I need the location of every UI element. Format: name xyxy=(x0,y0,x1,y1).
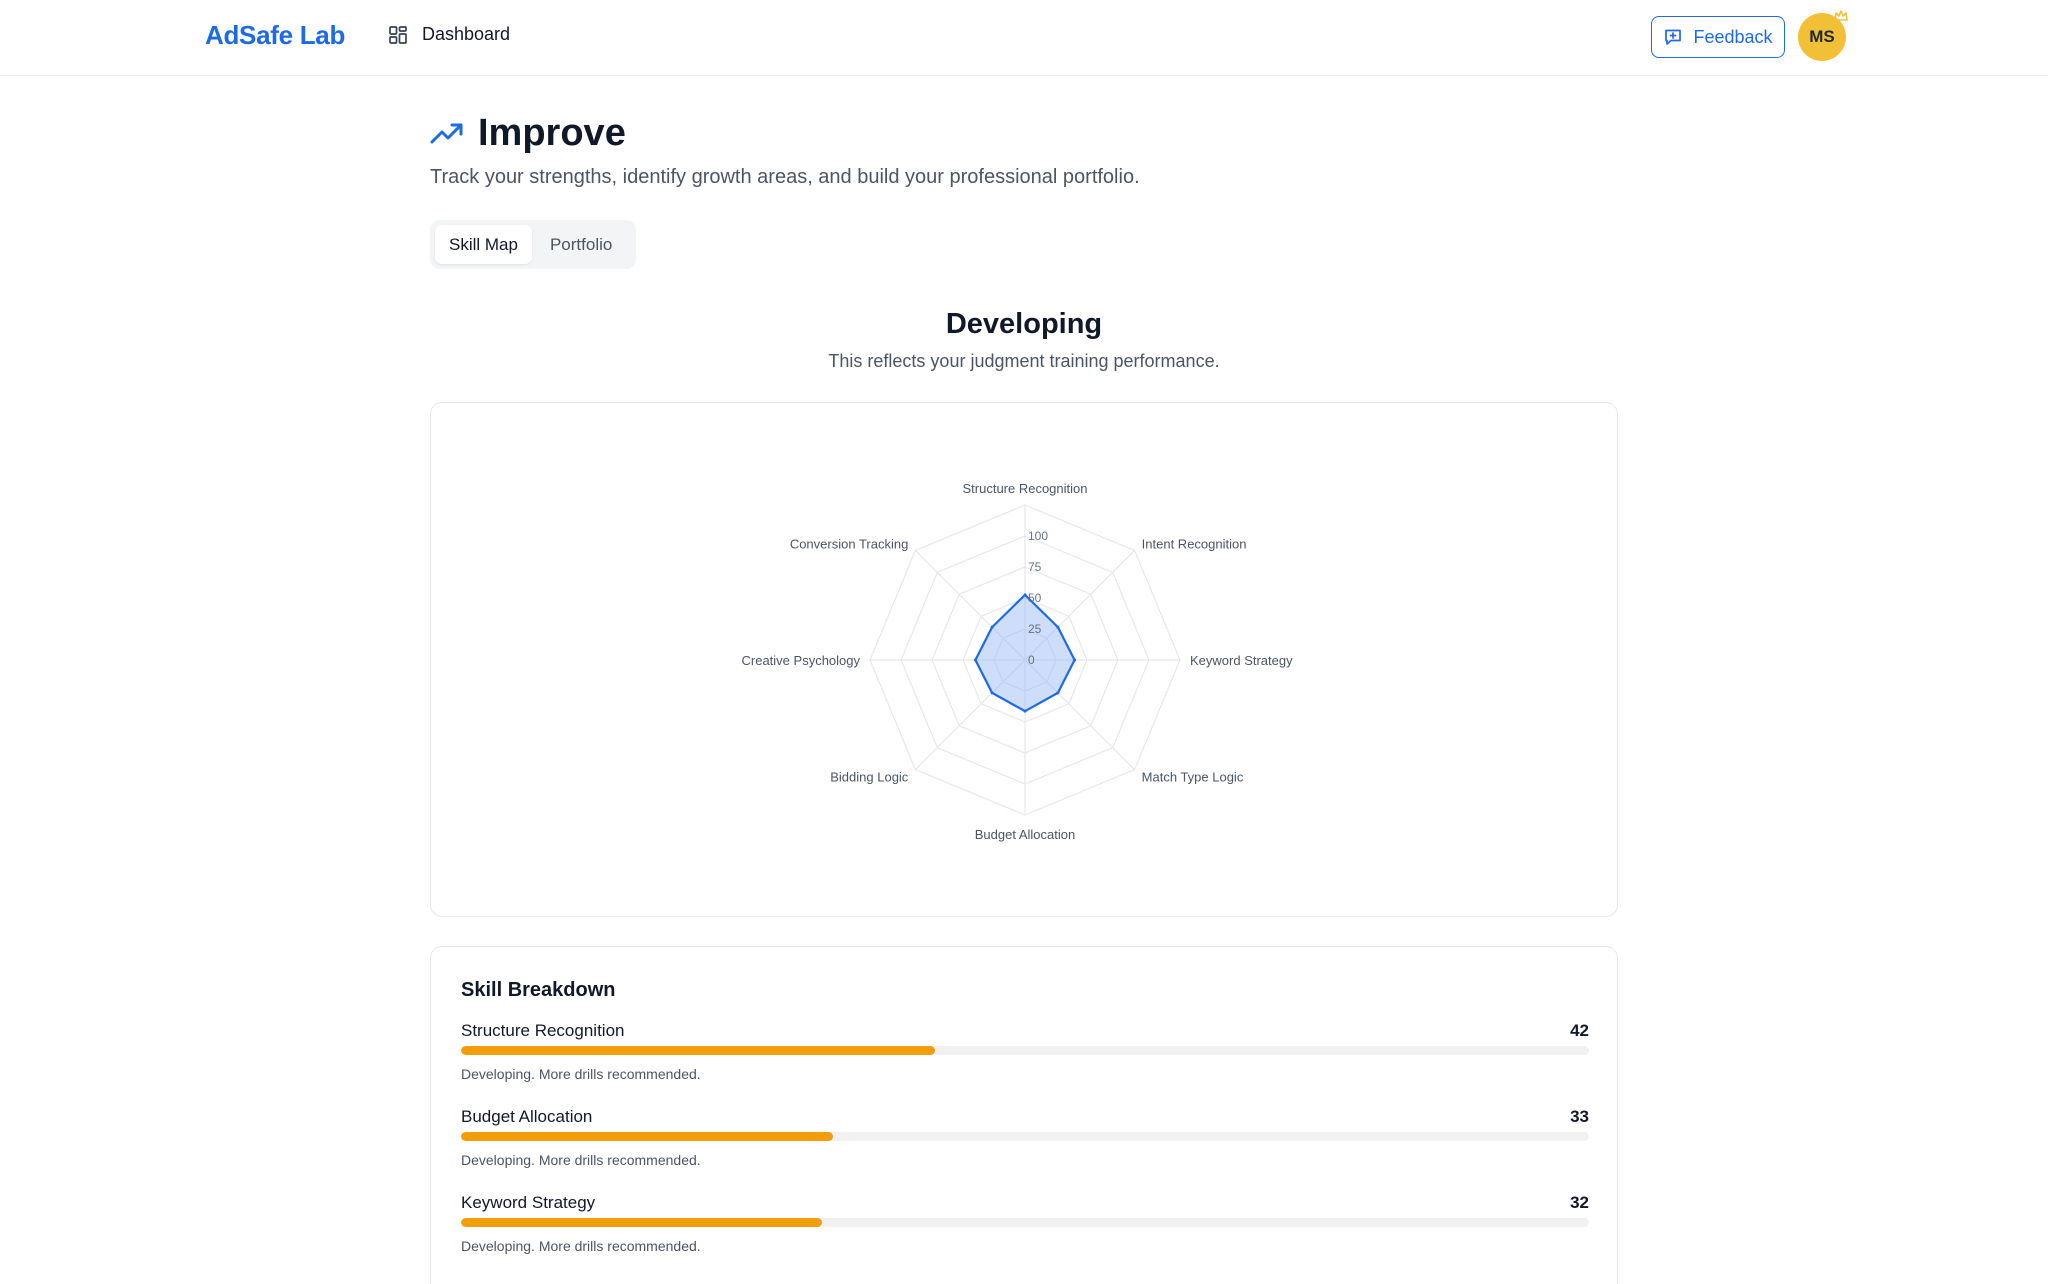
message-plus-icon xyxy=(1665,29,1682,45)
radar-tick-label: 0 xyxy=(1028,653,1035,667)
skill-score: 32 xyxy=(1570,1193,1589,1212)
skill-row: Keyword Strategy 32 Developing. More dri… xyxy=(461,1193,1589,1273)
trending-up-icon xyxy=(430,123,463,143)
skill-breakdown-title: Skill Breakdown xyxy=(461,979,616,1001)
radar-tick-label: 50 xyxy=(1028,591,1042,605)
radar-axis-label: Match Type Logic xyxy=(1142,770,1244,785)
skill-name: Keyword Strategy xyxy=(461,1193,596,1212)
tab-portfolio[interactable]: Portfolio xyxy=(536,225,626,264)
radar-data-point xyxy=(1023,709,1027,713)
radar-axis-label: Intent Recognition xyxy=(1142,536,1247,551)
skill-progress-fill xyxy=(461,1218,822,1227)
dashboard-grid-icon xyxy=(389,25,407,44)
radar-tick-label: 25 xyxy=(1028,622,1042,636)
skill-score: 33 xyxy=(1570,1107,1589,1126)
skill-progress-track xyxy=(461,1046,1589,1055)
radar-axis-label: Creative Psychology xyxy=(742,653,861,668)
skill-note: Developing. More drills recommended. xyxy=(461,1238,701,1254)
radar-data-point xyxy=(1023,593,1027,597)
skill-name: Structure Recognition xyxy=(461,1021,625,1040)
skill-row: Budget Allocation 33 Developing. More dr… xyxy=(461,1107,1589,1187)
radar-data-point xyxy=(1056,691,1060,695)
radar-chart-card: 0 25 50 75 100 Structure Recognition Intent Re… xyxy=(430,402,1618,917)
radar-data-point xyxy=(973,658,977,662)
radar-data-point xyxy=(990,691,994,695)
radar-data-point xyxy=(990,625,994,629)
top-nav: AdSafe Lab Dashboard Feedback MS xyxy=(0,0,2048,76)
feedback-label: Feedback xyxy=(1693,26,1773,47)
skill-breakdown-card: Skill Breakdown Structure Recognition 42… xyxy=(430,946,1618,1284)
nav-dashboard-link[interactable]: Dashboard xyxy=(388,24,510,45)
skill-name: Budget Allocation xyxy=(461,1107,593,1126)
brand-logo[interactable]: AdSafe Lab xyxy=(205,20,345,51)
level-title: Developing xyxy=(945,308,1103,340)
radar-data-point xyxy=(1056,625,1060,629)
level-subtitle: This reflects your judgment training per… xyxy=(828,351,1220,371)
radar-tick-label: 75 xyxy=(1028,560,1042,574)
radar-axis-label: Bidding Logic xyxy=(830,770,909,785)
feedback-button[interactable]: Feedback xyxy=(1651,16,1785,58)
radar-axis-label: Conversion Tracking xyxy=(790,536,909,551)
radar-tick-label: 100 xyxy=(1028,529,1048,543)
skill-note: Developing. More drills recommended. xyxy=(461,1152,701,1168)
radar-axis-label: Budget Allocation xyxy=(975,827,1075,842)
skill-progress-track xyxy=(461,1218,1589,1227)
skill-note: Developing. More drills recommended. xyxy=(461,1066,701,1082)
radar-data-point xyxy=(1073,658,1077,662)
radar-axis-label: Structure Recognition xyxy=(962,481,1087,496)
skill-progress-fill xyxy=(461,1046,935,1055)
skill-row: Structure Recognition 42 Developing. Mor… xyxy=(461,1021,1589,1101)
radar-chart: 0 25 50 75 100 Structure Recognition Intent Re… xyxy=(742,481,1294,842)
skill-progress-fill xyxy=(461,1132,834,1141)
skill-progress-track xyxy=(461,1132,1589,1141)
tab-bar: Skill Map Portfolio xyxy=(430,220,636,269)
skill-score: 42 xyxy=(1570,1021,1589,1040)
page-subtitle: Track your strengths, identify growth ar… xyxy=(430,166,1140,188)
tab-skill-map[interactable]: Skill Map xyxy=(435,225,532,264)
crown-icon xyxy=(1834,10,1848,21)
radar-axis-label: Keyword Strategy xyxy=(1190,653,1293,668)
dashboard-label: Dashboard xyxy=(422,24,511,44)
page-header: Improve xyxy=(430,112,626,155)
page-title: Improve xyxy=(478,112,626,154)
